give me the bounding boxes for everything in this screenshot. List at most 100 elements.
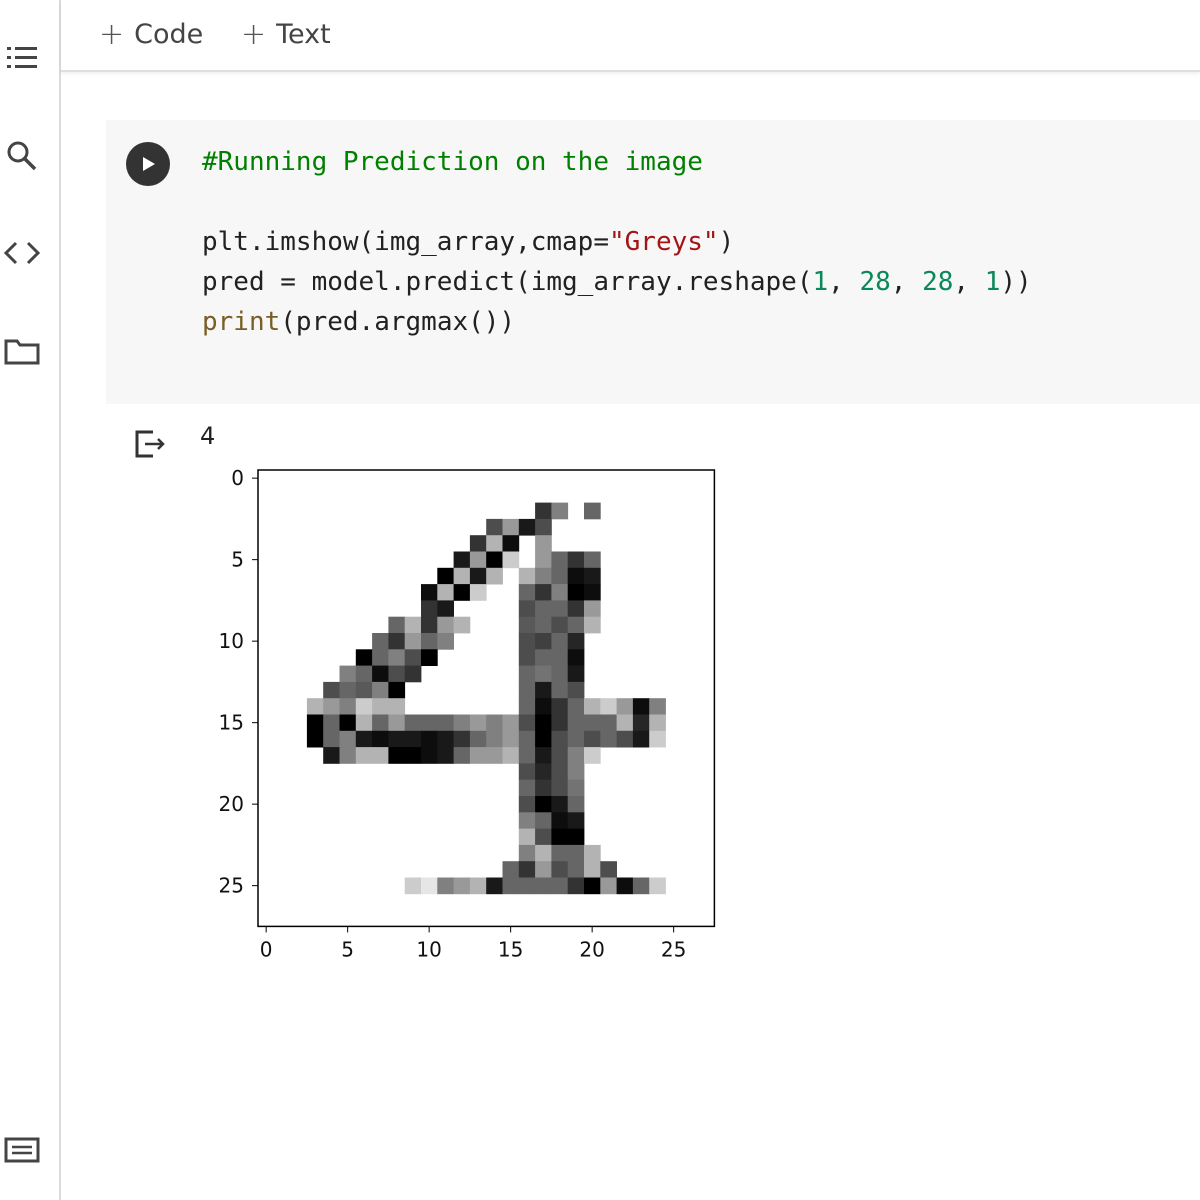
code-line: plt.imshow(img_array,cmap="Greys") <box>202 222 1032 262</box>
pixel-cell <box>584 861 601 878</box>
pixel-cell <box>518 730 536 748</box>
pixel-cell <box>323 681 340 699</box>
y-tick-label: 20 <box>219 792 244 816</box>
pixel-cell <box>551 747 569 764</box>
pixel-cell <box>518 567 536 585</box>
pixel-cell <box>535 844 552 862</box>
pixel-cell <box>535 616 552 634</box>
pixel-cell <box>551 861 569 878</box>
pixel-cell <box>388 616 406 634</box>
terminal-icon[interactable] <box>4 1132 40 1168</box>
left-sidebar <box>0 0 61 1200</box>
output-actions-icon[interactable] <box>130 424 170 464</box>
pixel-cell <box>567 812 585 829</box>
add-text-button[interactable]: + Text <box>241 14 331 54</box>
pixel-cell <box>339 698 357 715</box>
pixel-cell <box>567 567 585 585</box>
pixel-cell <box>421 584 438 601</box>
search-icon[interactable] <box>4 138 40 174</box>
pixel-cell <box>535 649 552 666</box>
pixel-cell <box>323 730 340 748</box>
pixel-cell <box>453 714 471 732</box>
code-snippets-icon[interactable] <box>4 235 40 271</box>
pixel-cell <box>518 714 536 732</box>
toolbar: + Code + Text <box>61 0 1200 72</box>
pixel-cell <box>584 600 601 618</box>
code-cell[interactable]: #Running Prediction on the image plt.ims… <box>106 120 1200 404</box>
pixel-cell <box>355 665 373 683</box>
pixel-cell <box>372 665 389 683</box>
code-token: ) <box>718 227 735 257</box>
pixel-cell <box>649 877 666 895</box>
pixel-cell <box>567 665 585 683</box>
code-editor[interactable]: #Running Prediction on the image plt.ims… <box>202 142 1032 342</box>
run-cell-button[interactable] <box>126 142 170 186</box>
pixel-cell <box>437 633 454 650</box>
pixel-cell <box>421 600 438 618</box>
x-tick-label: 20 <box>579 937 604 961</box>
pixel-cell <box>535 828 552 846</box>
code-token: "Greys" <box>609 227 719 257</box>
pixel-cell <box>421 649 438 666</box>
pixel-cell <box>388 698 406 715</box>
pixel-cell <box>388 747 406 764</box>
pixel-cell <box>404 714 422 732</box>
pixel-cell <box>584 714 601 732</box>
y-tick-label: 10 <box>219 629 244 653</box>
pixel-cell <box>600 698 617 715</box>
code-token: )) <box>1000 267 1032 297</box>
add-text-label: Text <box>276 18 331 50</box>
code-line: #Running Prediction on the image <box>202 142 1032 182</box>
pixel-cell <box>486 535 503 552</box>
pixel-cell <box>632 698 650 715</box>
pixel-cell <box>551 567 569 585</box>
pixel-cell <box>567 828 585 846</box>
pixel-cell <box>567 681 585 699</box>
pixel-cell <box>437 584 454 601</box>
pixel-cell <box>567 584 585 601</box>
pixel-cell <box>437 567 454 585</box>
x-tick-label: 15 <box>498 937 523 961</box>
pixel-cell <box>535 763 552 781</box>
pixel-cell <box>404 633 422 650</box>
pixel-cell <box>567 861 585 878</box>
y-tick-label: 15 <box>219 711 244 735</box>
x-tick-label: 5 <box>341 937 354 961</box>
pixel-cell <box>388 714 406 732</box>
pixel-cell <box>355 714 373 732</box>
pixel-cell <box>551 616 569 634</box>
pixel-cell <box>469 535 487 552</box>
pixel-cell <box>518 649 536 666</box>
pixel-cell <box>388 681 406 699</box>
pixel-cell <box>518 861 536 878</box>
pixel-cell <box>567 633 585 650</box>
pixel-cell <box>551 763 569 781</box>
pixel-cell <box>355 649 373 666</box>
pixel-cell <box>567 616 585 634</box>
pixel-cell <box>649 714 666 732</box>
add-code-button[interactable]: + Code <box>99 14 203 54</box>
pixel-cell <box>567 796 585 813</box>
pixel-cell <box>486 518 503 536</box>
pixel-cell <box>649 730 666 748</box>
output-text: 4 <box>200 422 216 450</box>
pixel-cell <box>600 714 617 732</box>
pixel-cell <box>355 698 373 715</box>
pixel-cell <box>502 551 520 569</box>
pixel-cell <box>437 616 454 634</box>
pixel-cell <box>372 649 389 666</box>
pixel-cell <box>518 877 536 895</box>
pixel-cell <box>600 730 617 748</box>
pixel-cell <box>535 633 552 650</box>
pixel-cell <box>469 551 487 569</box>
pixel-cell <box>372 714 389 732</box>
files-icon[interactable] <box>4 333 40 369</box>
pixel-cell <box>551 714 569 732</box>
pixel-cell <box>567 747 585 764</box>
pixel-cell <box>437 600 454 618</box>
pixel-cell <box>535 518 552 536</box>
table-of-contents-icon[interactable] <box>4 40 40 76</box>
pixel-cell <box>616 698 634 715</box>
pixel-cell <box>323 747 340 764</box>
pixel-cell <box>551 812 569 829</box>
